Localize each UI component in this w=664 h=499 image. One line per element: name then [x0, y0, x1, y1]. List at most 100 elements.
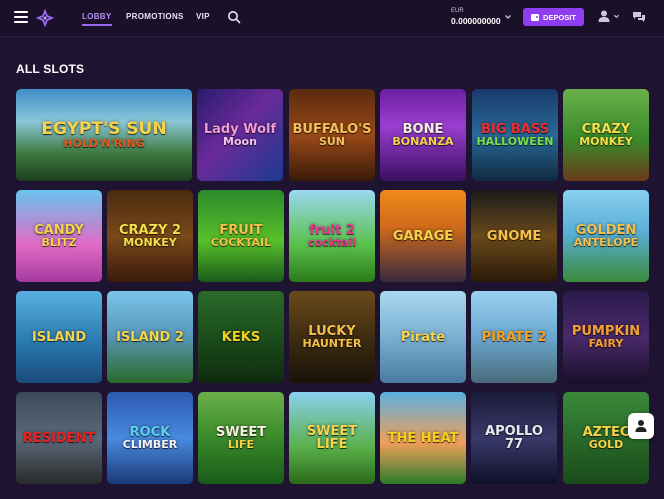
game-title: BUFFALO'S SUN [289, 123, 374, 147]
chevron-down-icon[interactable] [504, 13, 512, 21]
game-title: SWEET LIFE [213, 426, 269, 450]
game-tile[interactable]: GARAGE [380, 190, 466, 282]
game-title: KEKS [219, 331, 263, 344]
game-title-main: ISLAND 2 [116, 329, 184, 345]
game-title: EGYPT'S SUN HOLD'N'RING [38, 119, 169, 150]
game-tile[interactable]: CRAZY 2 MONKEY [107, 190, 193, 282]
game-title: AZTEC GOLD [580, 426, 633, 450]
game-tile[interactable]: PUMPKIN FAIRY [563, 291, 649, 383]
game-title-main: APOLLO 77 [485, 424, 543, 452]
game-title: BIG BASS HALLOWEEN [473, 123, 556, 147]
logo-icon[interactable] [36, 9, 54, 27]
game-tile[interactable]: PIRATE 2 [471, 291, 557, 383]
game-title: BONE BONANZA [389, 123, 456, 147]
game-tile[interactable]: Pirate [380, 291, 466, 383]
game-title-main: PIRATE 2 [481, 329, 547, 345]
game-tile[interactable]: ISLAND [16, 291, 102, 383]
search-icon[interactable] [227, 10, 241, 24]
game-tile[interactable]: Lady Wolf Moon [197, 89, 283, 181]
game-title-main: GNOME [486, 228, 542, 244]
person-icon [635, 420, 647, 432]
game-tile[interactable]: ISLAND 2 [107, 291, 193, 383]
game-tile[interactable]: LUCKY HAUNTER [289, 291, 375, 383]
game-title: PIRATE 2 [479, 331, 550, 344]
game-title-sub: FAIRY [588, 337, 624, 350]
game-title: CRAZY 2 MONKEY [116, 224, 184, 248]
game-title-sub: SUN [318, 135, 346, 148]
wallet-icon [531, 13, 540, 21]
game-title: Lady Wolf Moon [201, 123, 279, 147]
game-title-main: Pirate [400, 329, 446, 345]
game-tile[interactable]: APOLLO 77 [471, 392, 557, 484]
game-tile[interactable]: RESIDENT [16, 392, 102, 484]
game-title: SWEET LIFE [289, 425, 375, 451]
game-title-main: EGYPT'S SUN [41, 119, 167, 139]
game-tile[interactable]: BUFFALO'S SUN [289, 89, 375, 181]
game-title: ISLAND 2 [113, 331, 187, 344]
game-title: Pirate [398, 331, 448, 344]
game-title-main: RESIDENT [22, 430, 96, 446]
game-title-main: KEKS [221, 329, 261, 345]
game-title-sub: MONKEY [579, 135, 633, 148]
game-tile[interactable]: CANDY BLITZ [16, 190, 102, 282]
game-title-sub: BONANZA [392, 135, 454, 148]
game-tile[interactable]: GNOME [471, 190, 557, 282]
game-tile[interactable]: SWEET LIFE [198, 392, 284, 484]
game-title: ISLAND [29, 331, 89, 344]
game-title: APOLLO 77 [471, 425, 557, 451]
game-title: GARAGE [390, 230, 456, 243]
nav-vip[interactable]: VIP [196, 12, 210, 21]
game-title-sub: Moon [223, 135, 257, 148]
game-tile[interactable]: BONE BONANZA [380, 89, 466, 181]
game-title: THE HEAT [385, 432, 462, 445]
game-title-main: ISLAND [31, 329, 87, 345]
game-tile[interactable]: THE HEAT [380, 392, 466, 484]
section-title: ALL SLOTS [16, 62, 85, 76]
deposit-button[interactable]: DEPOSIT [523, 8, 584, 26]
game-title-sub: BLITZ [41, 236, 77, 249]
game-title-sub: COCKTAIL [210, 236, 272, 249]
game-title: RESIDENT [20, 432, 99, 445]
game-title: FRUIT COCKTAIL [208, 224, 274, 248]
chat-icon[interactable] [632, 10, 646, 24]
deposit-label: DEPOSIT [543, 12, 576, 22]
nav-lobby[interactable]: LOBBY [82, 12, 112, 26]
game-title: fruit 2 cocktail [305, 224, 359, 248]
game-title-main: GARAGE [392, 228, 454, 244]
game-title: CANDY BLITZ [31, 224, 87, 248]
game-title-sub: HAUNTER [302, 337, 362, 350]
game-title: CRAZY MONKEY [576, 123, 636, 147]
game-tile[interactable]: CRAZY MONKEY [563, 89, 649, 181]
nav-promotions[interactable]: PROMOTIONS [126, 12, 184, 21]
game-title: GOLDEN ANTELOPE [571, 224, 641, 248]
support-button[interactable] [628, 413, 654, 439]
game-tile[interactable]: ROCK CLIMBER [107, 392, 193, 484]
user-icon[interactable] [597, 9, 611, 23]
game-title-sub: HALLOWEEN [476, 135, 554, 148]
chevron-down-icon[interactable] [613, 13, 620, 20]
game-title-sub: HOLD'N'RING [63, 137, 145, 150]
balance-value[interactable]: 0.000000000 [451, 16, 501, 26]
hamburger-icon[interactable] [14, 11, 28, 23]
currency-label: EUR [451, 8, 464, 14]
game-title-sub: GOLD [588, 438, 624, 451]
game-title-sub: ANTELOPE [573, 236, 639, 249]
game-title-sub: cocktail [307, 236, 357, 249]
game-title: LUCKY HAUNTER [299, 325, 364, 349]
game-tile[interactable]: SWEET LIFE [289, 392, 375, 484]
game-title-sub: CLIMBER [122, 438, 178, 451]
game-tile[interactable]: GOLDEN ANTELOPE [563, 190, 649, 282]
game-title: GNOME [484, 230, 544, 243]
game-tile[interactable]: fruit 2 cocktail [289, 190, 375, 282]
game-tile[interactable]: EGYPT'S SUN HOLD'N'RING [16, 89, 192, 181]
game-tile[interactable]: BIG BASS HALLOWEEN [472, 89, 558, 181]
game-title-main: SWEET LIFE [306, 424, 358, 452]
game-title: ROCK CLIMBER [120, 426, 181, 450]
game-title: PUMPKIN FAIRY [569, 325, 643, 349]
game-title-sub: MONKEY [123, 236, 177, 249]
game-tile[interactable]: KEKS [198, 291, 284, 383]
game-tile[interactable]: FRUIT COCKTAIL [198, 190, 284, 282]
top-navigation-bar: LOBBY PROMOTIONS VIP EUR 0.000000000 DEP… [0, 0, 664, 37]
game-title-main: THE HEAT [387, 430, 459, 446]
game-title-sub: LIFE [227, 438, 255, 451]
